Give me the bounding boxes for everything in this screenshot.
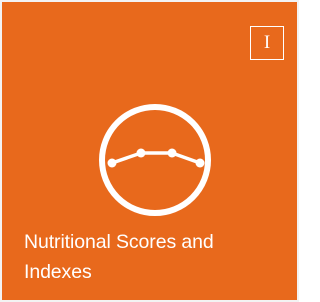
gauge-curve-icon [99,104,211,216]
nutritional-scores-tile[interactable]: I Nutritional Scores and Indexes [0,0,299,302]
tile-label: Nutritional Scores and Indexes [24,231,214,283]
tile-badge: I [250,26,284,60]
